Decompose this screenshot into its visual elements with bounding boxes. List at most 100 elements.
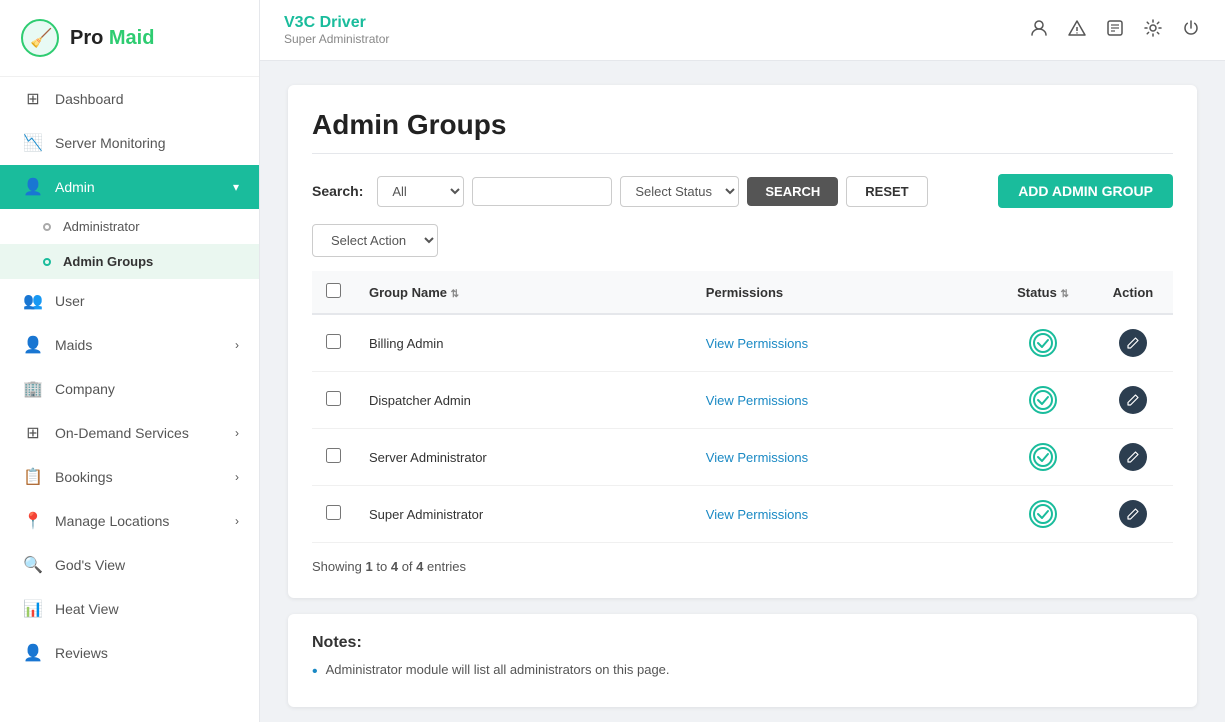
status-active-icon xyxy=(1029,500,1057,528)
row-group-name: Billing Admin xyxy=(355,314,692,372)
logo-text: Pro Maid xyxy=(70,27,154,50)
edit-button[interactable] xyxy=(1119,443,1147,471)
nav-item-company[interactable]: 🏢 Company xyxy=(0,367,259,411)
page-title: Admin Groups xyxy=(312,109,1173,141)
nav-item-gods-view[interactable]: 🔍 God's View xyxy=(0,543,259,587)
notes-item: Administrator module will list all admin… xyxy=(312,662,1173,681)
on-demand-chevron-icon: › xyxy=(235,426,239,440)
nav-item-maids[interactable]: 👤 Maids › xyxy=(0,323,259,367)
select-all-checkbox[interactable] xyxy=(326,283,341,298)
col-permissions: Permissions xyxy=(692,271,993,314)
nav-item-reviews[interactable]: 👤 Reviews xyxy=(0,631,259,675)
manage-locations-chevron-icon: › xyxy=(235,514,239,528)
user-icon: 👥 xyxy=(23,291,43,311)
table-row: Dispatcher Admin View Permissions xyxy=(312,372,1173,429)
table-header: Group Name ⇅ Permissions Status ⇅ Action xyxy=(312,271,1173,314)
header: V3C Driver Super Administrator xyxy=(260,0,1225,61)
company-icon: 🏢 xyxy=(23,379,43,399)
sub-nav-administrator[interactable]: Administrator xyxy=(0,209,259,244)
row-action-cell xyxy=(1093,314,1173,372)
status-active-icon xyxy=(1029,386,1057,414)
row-action-cell xyxy=(1093,372,1173,429)
view-permissions-link[interactable]: View Permissions xyxy=(706,507,808,522)
col-action: Action xyxy=(1093,271,1173,314)
nav-item-heat-view[interactable]: 📊 Heat View xyxy=(0,587,259,631)
edit-button[interactable] xyxy=(1119,329,1147,357)
admin-groups-dot-icon xyxy=(43,258,51,266)
table-body: Billing Admin View Permissions Dispatche… xyxy=(312,314,1173,543)
view-permissions-link[interactable]: View Permissions xyxy=(706,393,808,408)
on-demand-icon: ⊞ xyxy=(23,423,43,443)
admin-groups-table: Group Name ⇅ Permissions Status ⇅ Action… xyxy=(312,271,1173,543)
notes-list: Administrator module will list all admin… xyxy=(312,662,1173,681)
row-status-cell xyxy=(993,486,1093,543)
nav-item-on-demand-services[interactable]: ⊞ On-Demand Services › xyxy=(0,411,259,455)
edit-button[interactable] xyxy=(1119,500,1147,528)
pagination-info: Showing 1 to 4 of 4 entries xyxy=(312,559,1173,574)
col-group-name[interactable]: Group Name ⇅ xyxy=(355,271,692,314)
admin-chevron-icon: ▾ xyxy=(233,180,239,194)
nav-item-admin[interactable]: 👤 Admin ▾ xyxy=(0,165,259,209)
reset-button[interactable]: RESET xyxy=(846,176,927,207)
row-group-name: Dispatcher Admin xyxy=(355,372,692,429)
logo-icon: 🧹 xyxy=(20,18,60,58)
search-button[interactable]: SEARCH xyxy=(747,177,838,206)
row-permissions-cell: View Permissions xyxy=(692,486,993,543)
driver-name: V3C Driver xyxy=(284,14,389,32)
row-checkbox[interactable] xyxy=(326,334,341,349)
dashboard-icon: ⊞ xyxy=(23,89,43,109)
header-role: Super Administrator xyxy=(284,32,389,46)
row-action-cell xyxy=(1093,486,1173,543)
header-icons xyxy=(1029,18,1201,43)
row-checkbox[interactable] xyxy=(326,391,341,406)
pagination-from: 1 xyxy=(366,559,373,574)
row-group-name: Server Administrator xyxy=(355,429,692,486)
nav-item-user[interactable]: 👥 User xyxy=(0,279,259,323)
view-permissions-link[interactable]: View Permissions xyxy=(706,450,808,465)
nav-item-bookings[interactable]: 📋 Bookings › xyxy=(0,455,259,499)
pagination-total: 4 xyxy=(416,559,423,574)
pagination-to: 4 xyxy=(391,559,398,574)
search-filter-select[interactable]: All Active Inactive xyxy=(377,176,464,207)
bulk-action-select[interactable]: Select Action Delete Activate Deactivate xyxy=(312,224,438,257)
row-checkbox-cell xyxy=(312,372,355,429)
bookings-chevron-icon: › xyxy=(235,470,239,484)
row-action-cell xyxy=(1093,429,1173,486)
reviews-icon: 👤 xyxy=(23,643,43,663)
row-status-cell xyxy=(993,314,1093,372)
nav-item-dashboard[interactable]: ⊞ Dashboard xyxy=(0,77,259,121)
group-name-sort-icon: ⇅ xyxy=(451,289,459,300)
view-permissions-link[interactable]: View Permissions xyxy=(706,336,808,351)
table-row: Super Administrator View Permissions xyxy=(312,486,1173,543)
status-active-icon xyxy=(1029,443,1057,471)
header-warning-icon[interactable] xyxy=(1067,18,1087,43)
svg-text:🧹: 🧹 xyxy=(30,27,52,48)
gods-view-icon: 🔍 xyxy=(23,555,43,575)
status-sort-icon: ⇅ xyxy=(1060,289,1068,300)
col-checkbox xyxy=(312,271,355,314)
header-left: V3C Driver Super Administrator xyxy=(284,14,389,46)
sub-nav-admin-groups[interactable]: Admin Groups xyxy=(0,244,259,279)
maids-chevron-icon: › xyxy=(235,338,239,352)
page-card: Admin Groups Search: All Active Inactive… xyxy=(288,85,1197,598)
search-input[interactable] xyxy=(472,177,612,206)
header-power-icon[interactable] xyxy=(1181,18,1201,43)
header-user-icon[interactable] xyxy=(1029,18,1049,43)
nav-item-manage-locations[interactable]: 📍 Manage Locations › xyxy=(0,499,259,543)
col-status[interactable]: Status ⇅ xyxy=(993,271,1093,314)
add-admin-group-button[interactable]: ADD ADMIN GROUP xyxy=(998,174,1173,208)
nav-item-server-monitoring[interactable]: 📉 Server Monitoring xyxy=(0,121,259,165)
bulk-action-wrap: Select Action Delete Activate Deactivate xyxy=(312,224,1173,257)
row-checkbox[interactable] xyxy=(326,448,341,463)
sidebar: 🧹 Pro Maid ⊞ Dashboard 📉 Server Monitori… xyxy=(0,0,260,722)
table-row: Billing Admin View Permissions xyxy=(312,314,1173,372)
header-gear-icon[interactable] xyxy=(1143,18,1163,43)
row-permissions-cell: View Permissions xyxy=(692,372,993,429)
maids-icon: 👤 xyxy=(23,335,43,355)
search-status-select[interactable]: Select Status Active Inactive xyxy=(620,176,739,207)
header-edit-icon[interactable] xyxy=(1105,18,1125,43)
administrator-dot-icon xyxy=(43,223,51,231)
edit-button[interactable] xyxy=(1119,386,1147,414)
row-checkbox[interactable] xyxy=(326,505,341,520)
admin-icon: 👤 xyxy=(23,177,43,197)
